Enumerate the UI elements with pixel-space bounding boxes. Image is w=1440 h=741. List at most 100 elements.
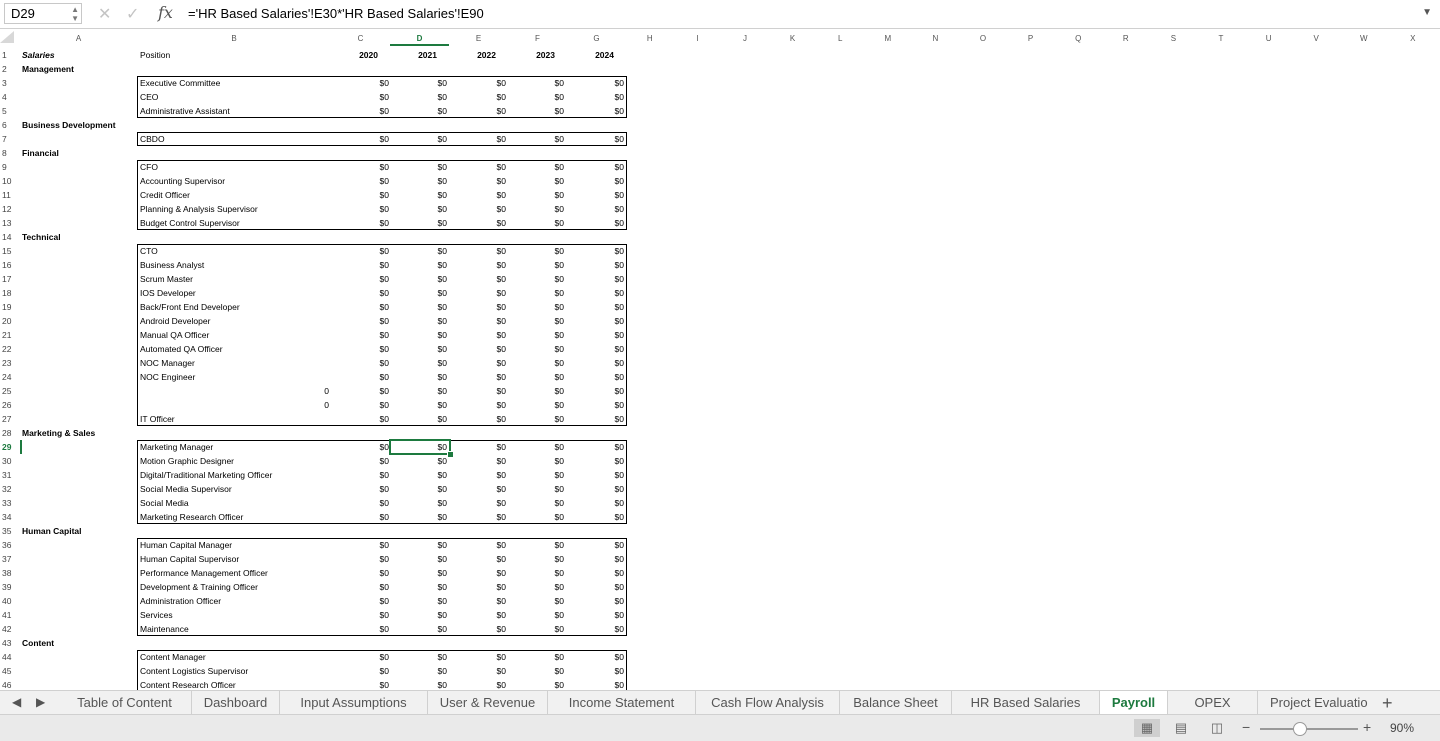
row-header-36[interactable]: 36 xyxy=(0,538,20,552)
salary-cell-g24[interactable]: $0 xyxy=(584,370,624,384)
salary-cell-g30[interactable]: $0 xyxy=(584,454,624,468)
salary-cell-c15[interactable]: $0 xyxy=(349,244,389,258)
salary-cell-f21[interactable]: $0 xyxy=(524,328,564,342)
row-header-14[interactable]: 14 xyxy=(0,230,20,244)
salary-cell-f13[interactable]: $0 xyxy=(524,216,564,230)
salary-cell-g21[interactable]: $0 xyxy=(584,328,624,342)
zoom-out-button[interactable]: − xyxy=(1242,719,1250,735)
salary-cell-g5[interactable]: $0 xyxy=(584,104,624,118)
salary-cell-g13[interactable]: $0 xyxy=(584,216,624,230)
salary-cell-f12[interactable]: $0 xyxy=(524,202,564,216)
column-header-b[interactable]: B xyxy=(137,31,331,46)
position-name[interactable]: Android Developer xyxy=(140,314,330,328)
position-name[interactable]: Services xyxy=(140,608,330,622)
column-header-s[interactable]: S xyxy=(1150,31,1198,46)
section-label[interactable]: Content xyxy=(22,636,152,650)
salary-cell-e18[interactable]: $0 xyxy=(466,286,506,300)
salary-cell-g25[interactable]: $0 xyxy=(584,384,624,398)
salary-cell-f42[interactable]: $0 xyxy=(524,622,564,636)
zoom-level[interactable]: 90% xyxy=(1390,721,1414,735)
salary-cell-f44[interactable]: $0 xyxy=(524,650,564,664)
row-header-4[interactable]: 4 xyxy=(0,90,20,104)
salary-cell-g9[interactable]: $0 xyxy=(584,160,624,174)
salary-cell-e29[interactable]: $0 xyxy=(466,440,506,454)
salary-cell-d15[interactable]: $0 xyxy=(407,244,447,258)
position-name[interactable]: Administrative Assistant xyxy=(140,104,330,118)
page-break-view-icon[interactable]: ◫ xyxy=(1204,719,1230,737)
position-name[interactable]: Development & Training Officer xyxy=(140,580,330,594)
salary-cell-c11[interactable]: $0 xyxy=(349,188,389,202)
row-header-33[interactable]: 33 xyxy=(0,496,20,510)
column-header-e[interactable]: E xyxy=(449,31,508,46)
salary-cell-c44[interactable]: $0 xyxy=(349,650,389,664)
sheet-tab-project-evaluatio[interactable]: Project Evaluatio xyxy=(1258,691,1370,715)
salary-cell-e7[interactable]: $0 xyxy=(466,132,506,146)
salary-cell-g23[interactable]: $0 xyxy=(584,356,624,370)
sheet-tab-table-of-content[interactable]: Table of Content xyxy=(58,691,192,715)
position-name[interactable]: Social Media Supervisor xyxy=(140,482,330,496)
salary-cell-f19[interactable]: $0 xyxy=(524,300,564,314)
row-header-35[interactable]: 35 xyxy=(0,524,20,538)
salary-cell-f15[interactable]: $0 xyxy=(524,244,564,258)
row-header-9[interactable]: 9 xyxy=(0,160,20,174)
zoom-in-button[interactable]: + xyxy=(1363,719,1371,735)
salary-cell-f26[interactable]: $0 xyxy=(524,398,564,412)
salary-cell-e42[interactable]: $0 xyxy=(466,622,506,636)
position-name[interactable]: Executive Committee xyxy=(140,76,330,90)
salary-cell-d9[interactable]: $0 xyxy=(407,160,447,174)
salary-cell-g41[interactable]: $0 xyxy=(584,608,624,622)
salary-cell-e16[interactable]: $0 xyxy=(466,258,506,272)
salary-cell-c4[interactable]: $0 xyxy=(349,90,389,104)
tab-scroll-left-icon[interactable]: ◀ xyxy=(12,695,21,709)
column-header-n[interactable]: N xyxy=(912,31,960,46)
salary-cell-c22[interactable]: $0 xyxy=(349,342,389,356)
salary-cell-d34[interactable]: $0 xyxy=(407,510,447,524)
salary-cell-f7[interactable]: $0 xyxy=(524,132,564,146)
active-cell-selection[interactable] xyxy=(389,439,451,455)
salary-cell-g17[interactable]: $0 xyxy=(584,272,624,286)
row-header-27[interactable]: 27 xyxy=(0,412,20,426)
row-header-19[interactable]: 19 xyxy=(0,300,20,314)
salary-cell-c30[interactable]: $0 xyxy=(349,454,389,468)
salary-cell-e38[interactable]: $0 xyxy=(466,566,506,580)
row-header-23[interactable]: 23 xyxy=(0,356,20,370)
position-name[interactable]: Administration Officer xyxy=(140,594,330,608)
salary-cell-f32[interactable]: $0 xyxy=(524,482,564,496)
salary-cell-c29[interactable]: $0 xyxy=(349,440,389,454)
salary-cell-c40[interactable]: $0 xyxy=(349,594,389,608)
salary-cell-g40[interactable]: $0 xyxy=(584,594,624,608)
sheet-tab-cash-flow-analysis[interactable]: Cash Flow Analysis xyxy=(696,691,840,715)
salary-cell-c39[interactable]: $0 xyxy=(349,580,389,594)
salary-cell-e40[interactable]: $0 xyxy=(466,594,506,608)
salary-cell-d23[interactable]: $0 xyxy=(407,356,447,370)
column-header-p[interactable]: P xyxy=(1007,31,1055,46)
salary-cell-f29[interactable]: $0 xyxy=(524,440,564,454)
salary-cell-d27[interactable]: $0 xyxy=(407,412,447,426)
section-label[interactable]: Technical xyxy=(22,230,152,244)
sheet-tab-payroll[interactable]: Payroll xyxy=(1100,691,1168,715)
salary-cell-e36[interactable]: $0 xyxy=(466,538,506,552)
row-header-34[interactable]: 34 xyxy=(0,510,20,524)
position-name[interactable]: Human Capital Manager xyxy=(140,538,330,552)
salaries-title[interactable]: Salaries xyxy=(22,48,132,62)
salary-cell-e25[interactable]: $0 xyxy=(466,384,506,398)
year-header-2022[interactable]: 2022 xyxy=(449,48,496,62)
salary-cell-e45[interactable]: $0 xyxy=(466,664,506,678)
salary-cell-g29[interactable]: $0 xyxy=(584,440,624,454)
row-header-11[interactable]: 11 xyxy=(0,188,20,202)
column-header-a[interactable]: A xyxy=(20,31,137,46)
row-header-31[interactable]: 31 xyxy=(0,468,20,482)
position-name[interactable]: CTO xyxy=(140,244,330,258)
salary-cell-f39[interactable]: $0 xyxy=(524,580,564,594)
position-formula-value[interactable]: 0 xyxy=(280,384,329,398)
position-name[interactable]: Digital/Traditional Marketing Officer xyxy=(140,468,330,482)
position-name[interactable]: Human Capital Supervisor xyxy=(140,552,330,566)
salary-cell-d7[interactable]: $0 xyxy=(407,132,447,146)
column-header-j[interactable]: J xyxy=(721,31,769,46)
salary-cell-e17[interactable]: $0 xyxy=(466,272,506,286)
column-header-v[interactable]: V xyxy=(1292,31,1340,46)
salary-cell-f24[interactable]: $0 xyxy=(524,370,564,384)
row-header-10[interactable]: 10 xyxy=(0,174,20,188)
salary-cell-e12[interactable]: $0 xyxy=(466,202,506,216)
salary-cell-f18[interactable]: $0 xyxy=(524,286,564,300)
